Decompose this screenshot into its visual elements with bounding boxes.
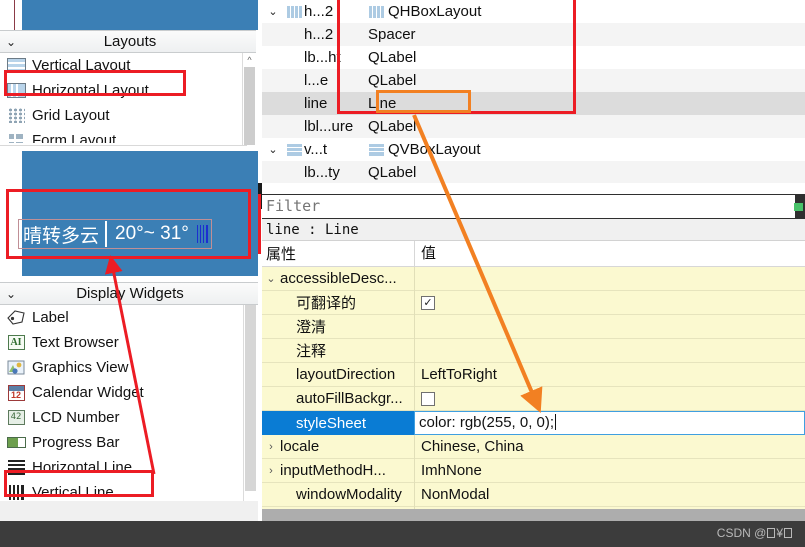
watermark-unrenderable-glyph bbox=[784, 528, 792, 538]
watermark-unrenderable-glyph bbox=[767, 528, 776, 538]
annotation-arrows bbox=[104, 114, 543, 475]
bottom-bar: CSDN @ ¥ bbox=[0, 521, 805, 547]
csdn-watermark: CSDN @ ¥ bbox=[717, 526, 793, 540]
screenshot-root: ⌄ Layouts Vertical Layout Horizontal Lay… bbox=[0, 0, 805, 547]
watermark-prefix: CSDN @ bbox=[716, 526, 767, 540]
arrow-vertical-line-to-preview bbox=[104, 255, 156, 475]
arrow-line-to-stylesheet bbox=[412, 114, 543, 414]
watermark-yen: ¥ bbox=[776, 526, 783, 540]
